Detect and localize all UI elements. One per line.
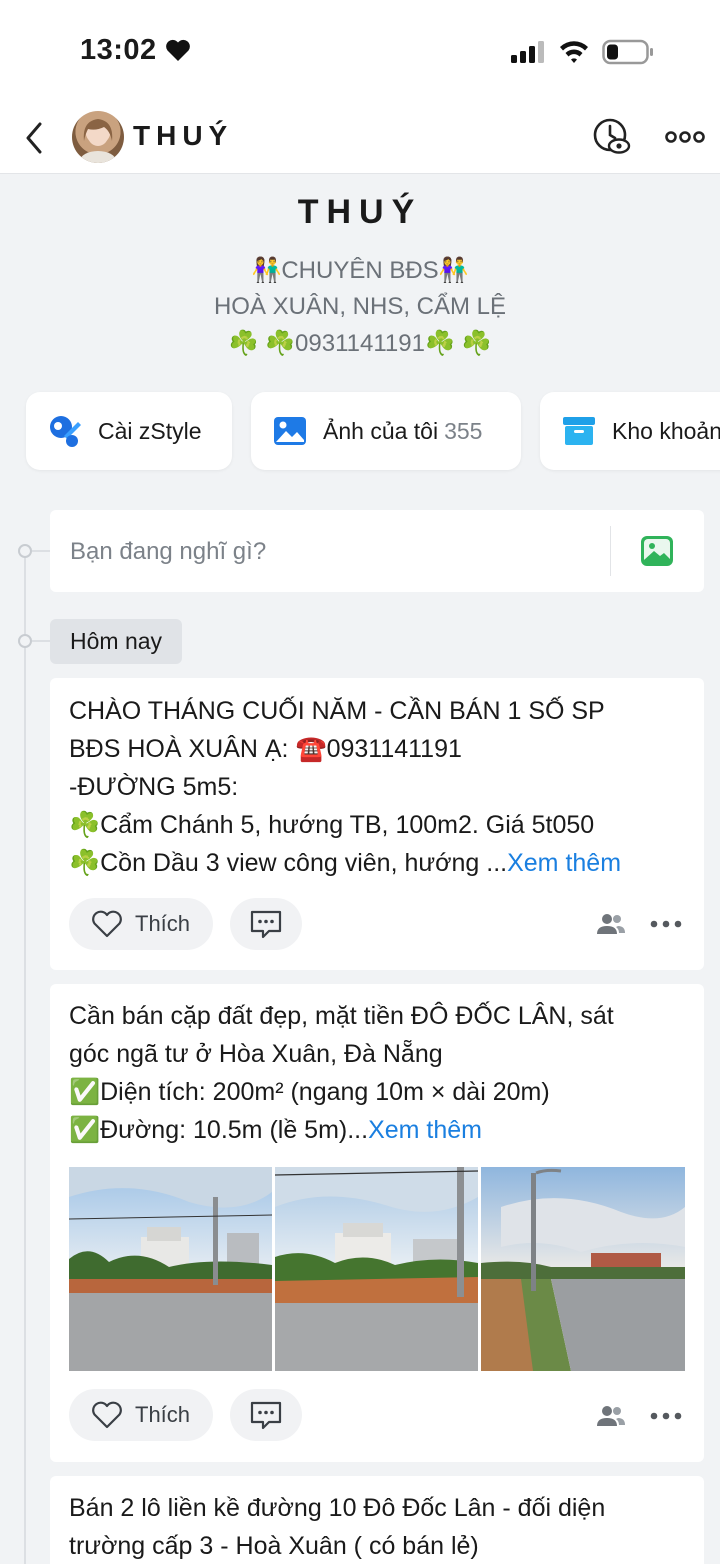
friends-privacy-icon[interactable]: [596, 1405, 626, 1427]
post-text-fragment: ☘️Cồn Dầu 3 view công viên, hướng ...: [69, 849, 508, 877]
see-more-link[interactable]: Xem thêm: [507, 849, 621, 877]
like-label: Thích: [135, 1402, 191, 1427]
post-text-line: CHÀO THÁNG CUỐI NĂM - CẦN BÁN 1 SỐ SP: [69, 697, 605, 725]
archive-label: Kho khoản: [612, 417, 720, 444]
zstyle-icon: [50, 416, 81, 447]
feed-post[interactable]: Bán 2 lô liền kề đường 10 Đô Đốc Lân - đ…: [50, 1476, 704, 1564]
my-photos-count: 355: [444, 417, 483, 444]
post-photo-grid: [69, 1167, 685, 1371]
post-text-line: góc ngã tư ở Hòa Xuân, Đà Nẵng: [69, 1040, 443, 1068]
heart-outline-icon: [92, 910, 122, 938]
day-label: Hôm nay: [50, 619, 183, 664]
more-options-icon[interactable]: [664, 126, 706, 148]
like-label: Thích: [135, 911, 191, 936]
feed-post[interactable]: CHÀO THÁNG CUỐI NĂM - CẦN BÁN 1 SỐ SP BĐ…: [50, 678, 704, 970]
heart-icon: [166, 39, 190, 61]
status-bar: 13:02: [0, 0, 720, 100]
friends-privacy-icon[interactable]: [596, 913, 626, 935]
timeline-dot: [18, 544, 32, 558]
post-text-line: -ĐƯỜNG 5m5:: [69, 773, 239, 801]
bio-line-1: 👫CHUYÊN BĐS👫: [251, 257, 469, 284]
like-button[interactable]: Thích: [69, 1389, 213, 1441]
bio-line-3: ☘️ ☘️0931141191☘️ ☘️: [228, 330, 492, 357]
post-composer[interactable]: Bạn đang nghĩ gì?: [50, 510, 704, 592]
battery-icon: [602, 39, 653, 65]
post-photo[interactable]: [275, 1167, 478, 1371]
timeline-connector: [32, 640, 50, 642]
comment-icon: [250, 910, 282, 939]
my-photos-label: Ảnh của tôi: [323, 417, 439, 444]
cellular-signal-icon: [511, 41, 544, 63]
post-text-line: ☘️Cồn Dầu 3 view công viên, hướng ...Xem…: [69, 844, 621, 882]
post-text-line: ✅Diện tích: 200m² (ngang 10m × dài 20m): [69, 1078, 550, 1106]
post-more-icon[interactable]: [650, 919, 682, 929]
wifi-icon: [560, 41, 588, 63]
header-title[interactable]: THUÝ: [133, 120, 233, 152]
status-time: 13:02: [80, 34, 157, 66]
like-button[interactable]: Thích: [69, 898, 213, 950]
timeline-line: [24, 556, 26, 1564]
feed-post[interactable]: Cần bán cặp đất đẹp, mặt tiền ĐÔ ĐỐC LÂN…: [50, 984, 704, 1462]
zstyle-label: Cài zStyle: [98, 417, 202, 444]
timeline-dot: [18, 634, 32, 648]
post-text-line: ☘️Cẩm Chánh 5, hướng TB, 100m2. Giá 5t05…: [69, 811, 595, 839]
archive-button[interactable]: Kho khoản: [540, 392, 720, 470]
profile-header: THUÝ: [0, 100, 720, 174]
my-photos-button[interactable]: Ảnh của tôi 355: [251, 392, 521, 470]
comment-button[interactable]: [230, 898, 302, 950]
heart-outline-icon: [92, 1401, 122, 1429]
composer-divider: [610, 526, 611, 576]
zstyle-button[interactable]: Cài zStyle: [26, 392, 232, 470]
see-more-link[interactable]: Xem thêm: [368, 1116, 482, 1144]
post-text-line: trường cấp 3 - Hoà Xuân ( có bán lẻ): [69, 1532, 479, 1560]
back-icon[interactable]: [20, 118, 50, 158]
bio-line-2: HOÀ XUÂN, NHS, CẨM LỆ: [213, 293, 507, 320]
comment-icon: [250, 1401, 282, 1430]
post-text-line: Cần bán cặp đất đẹp, mặt tiền ĐÔ ĐỐC LÂN…: [69, 1002, 614, 1030]
post-text-line: Bán 2 lô liền kề đường 10 Đô Đốc Lân - đ…: [69, 1494, 606, 1522]
post-text-fragment: ✅Đường: 10.5m (lề 5m)...: [69, 1116, 369, 1144]
archive-box-icon: [563, 417, 595, 445]
photo-icon: [274, 417, 306, 445]
post-text-line: ✅Đường: 10.5m (lề 5m)...Xem thêm: [69, 1111, 482, 1149]
composer-input[interactable]: Bạn đang nghĩ gì?: [70, 538, 266, 566]
add-photo-icon[interactable]: [640, 534, 674, 568]
post-photo[interactable]: [481, 1167, 685, 1371]
timeline-connector: [32, 550, 50, 552]
profile-name: THUÝ: [297, 193, 423, 231]
post-text-line: BĐS HOÀ XUÂN Ạ: ☎️0931141191: [69, 735, 462, 763]
story-history-icon[interactable]: [592, 117, 632, 157]
post-photo[interactable]: [69, 1167, 272, 1371]
avatar[interactable]: [72, 111, 124, 163]
comment-button[interactable]: [230, 1389, 302, 1441]
post-more-icon[interactable]: [650, 1411, 682, 1421]
